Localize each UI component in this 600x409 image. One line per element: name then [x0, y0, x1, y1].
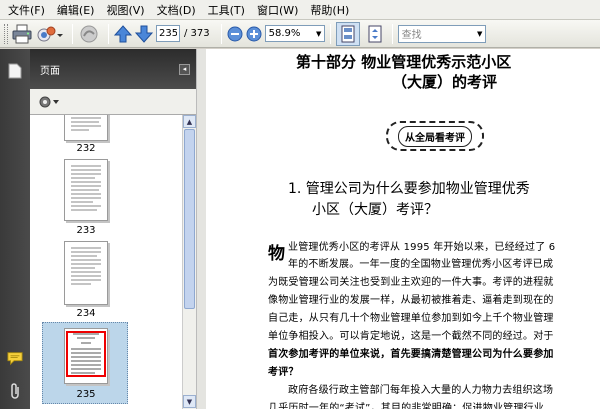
toolbar-separator	[108, 23, 109, 44]
question-heading: 1. 管理公司为什么要参加物业管理优秀	[288, 181, 530, 197]
menu-help[interactable]: 帮助(H)	[304, 2, 355, 18]
body-line: 首次参加考评的单位来说，首先要搞清楚管理公司为什么要参加	[268, 349, 554, 360]
page-thumbnail[interactable]	[64, 115, 108, 141]
signature-icon	[80, 25, 98, 42]
next-page-button[interactable]	[135, 23, 153, 45]
thumbnail-label: 235	[76, 389, 96, 400]
thumbnails-scrollbar[interactable]: ▲ ▼	[182, 115, 196, 409]
gear-icon[interactable]	[38, 95, 60, 109]
zoom-out-icon	[227, 26, 243, 41]
page-total: / 373	[184, 28, 210, 39]
comments-panel-button[interactable]	[7, 350, 23, 366]
toolbar-grip[interactable]	[4, 23, 8, 44]
zoom-select[interactable]: 58.9% ▼	[264, 25, 325, 42]
section-stamp-text: 从全局看考评	[398, 125, 472, 147]
thumbnail-text-lines	[71, 117, 101, 131]
scrollbar-thumb[interactable]	[184, 129, 195, 309]
zoom-in-icon	[246, 26, 262, 41]
zoom-value: 58.9%	[268, 28, 301, 39]
find-placeholder: 查找	[401, 30, 422, 41]
fit-page-icon	[368, 25, 382, 42]
scroll-up-button[interactable]: ▲	[183, 115, 196, 128]
body-line: 年的不断发展。一年一度的全国物业管理优秀小区考评已成	[288, 259, 554, 270]
body-line: 像物业管理行业的发展一样，从最初被推着走、逼着走到现在的	[268, 295, 554, 306]
page-thumbnail[interactable]	[64, 159, 108, 221]
pages-icon	[8, 63, 22, 79]
body-line: 为既受管理公司关注也受到业主欢迎的一件大事。考评的进程就	[268, 277, 554, 288]
menu-file[interactable]: 文件(F)	[2, 2, 51, 18]
body-line: 单位争相投入。可以肯定地说，这是一个截然不同的经过。对于	[268, 331, 554, 342]
toolbar-separator	[329, 23, 331, 44]
section-stamp: 从全局看考评	[386, 121, 484, 151]
menu-view[interactable]: 视图(V)	[100, 2, 150, 18]
menu-document[interactable]: 文档(D)	[151, 2, 202, 18]
scroll-down-button[interactable]: ▼	[183, 395, 196, 408]
single-page-view-button[interactable]	[335, 21, 360, 46]
zoom-in-button[interactable]	[246, 23, 262, 45]
thumbnail-label: 232	[76, 143, 96, 154]
chevron-down-icon: ▼	[315, 29, 322, 38]
page-thumbnail-selected[interactable]	[64, 328, 108, 384]
previous-page-button[interactable]	[114, 23, 132, 45]
drop-cap: 物	[268, 244, 285, 264]
thumbnail-text-lines	[71, 165, 101, 211]
printer-icon	[12, 24, 32, 43]
question-heading-cont: 小区（大厦）考评？	[312, 202, 438, 218]
pages-panel-button[interactable]	[7, 63, 23, 79]
menu-edit[interactable]: 编辑(E)	[51, 2, 101, 18]
body-line: 业管理优秀小区的考评从 1995 年开始以来，已经经过了 6	[288, 242, 556, 253]
body-line: 考评？	[268, 367, 299, 378]
body-line: 几乎历时一年的“考试”，其目的非常明确：促进物业管理行业	[268, 403, 544, 409]
chapter-subtitle: （大厦）的考评	[392, 73, 498, 91]
chapter-title: 第十部分 物业管理优秀示范小区	[296, 53, 512, 71]
page-thumbnails: 232 233 234 235	[30, 115, 182, 409]
menu-tools[interactable]: 工具(T)	[202, 2, 251, 18]
page-view-icon	[341, 25, 355, 42]
thumbnail-text-lines	[71, 247, 101, 285]
comment-icon	[7, 352, 23, 366]
toolbar-separator	[391, 23, 393, 44]
collaborate-icon	[37, 26, 63, 41]
paperclip-icon	[11, 383, 19, 399]
panel-splitter[interactable]	[196, 49, 206, 409]
menu-window[interactable]: 窗口(W)	[251, 2, 304, 18]
collaborate-button[interactable]	[36, 23, 64, 45]
document-view[interactable]: 第十部分 物业管理优秀示范小区 （大厦）的考评 从全局看考评 1. 管理公司为什…	[206, 49, 600, 409]
toolbar-separator	[220, 23, 222, 44]
attachments-panel-button[interactable]	[7, 383, 23, 399]
page-number-input[interactable]	[156, 25, 180, 42]
thumbnail-text-lines	[66, 331, 106, 377]
pages-panel-header: 页面 ◂	[30, 49, 196, 89]
thumbnail-label: 234	[76, 308, 96, 319]
zoom-out-button[interactable]	[227, 23, 243, 45]
toolbar-separator	[72, 23, 73, 44]
toolbar: / 373 58.9% ▼ 查找 ▼	[0, 20, 600, 48]
arrow-up-icon	[114, 24, 132, 42]
collapse-panel-button[interactable]: ◂	[179, 63, 190, 75]
print-button[interactable]	[11, 23, 33, 45]
pages-panel: 页面 ◂ 232 233 234 235 ▲ ▼	[30, 49, 196, 409]
pages-panel-title: 页面	[40, 65, 60, 77]
sign-button[interactable]	[78, 23, 100, 45]
arrow-down-icon	[135, 25, 153, 43]
thumbnail-label: 233	[76, 225, 96, 236]
chevron-down-icon: ▼	[476, 29, 483, 38]
navigation-icon-strip	[0, 49, 30, 409]
fit-page-button[interactable]	[363, 22, 387, 46]
panel-options-bar	[30, 89, 196, 115]
find-input[interactable]: 查找 ▼	[397, 24, 486, 43]
page-thumbnail[interactable]	[64, 241, 108, 305]
body-line: 政府各级行政主管部门每年投入大量的人力物力去组织这场	[288, 385, 554, 396]
body-line: 自己走，从只有几十个物业管理单位参加到如今上千个物业管理	[268, 313, 554, 324]
menu-bar: 文件(F) 编辑(E) 视图(V) 文档(D) 工具(T) 窗口(W) 帮助(H…	[0, 0, 600, 20]
